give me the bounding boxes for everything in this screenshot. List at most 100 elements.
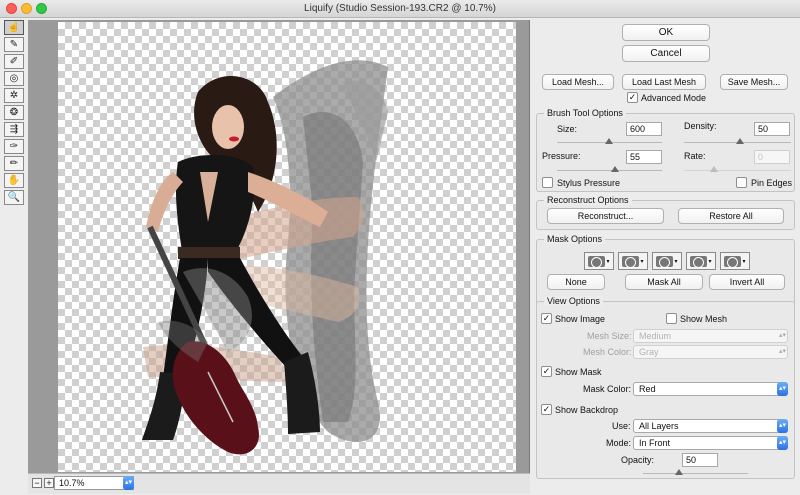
- reconstruct-button[interactable]: Reconstruct...: [547, 208, 664, 224]
- load-last-mesh-button[interactable]: Load Last Mesh: [622, 74, 706, 90]
- twirl-icon[interactable]: ◎: [4, 71, 24, 86]
- mask-color-value: Red: [639, 384, 656, 394]
- title-bar: Liquify (Studio Session-193.CR2 @ 10.7%): [0, 0, 800, 18]
- chevron-updown-icon: ▴▾: [777, 436, 788, 450]
- density-slider-thumb[interactable]: [736, 138, 744, 144]
- zoom-value: 10.7%: [59, 478, 85, 488]
- mode-select[interactable]: In Front ▴▾: [633, 436, 788, 450]
- cancel-button[interactable]: Cancel: [622, 45, 710, 62]
- view-options-title: View Options: [544, 296, 603, 306]
- thaw-mask-icon[interactable]: ✏: [4, 156, 24, 171]
- subtract-from-selection-icon[interactable]: ▾: [652, 252, 682, 270]
- show-mesh-label: Show Mesh: [680, 314, 728, 324]
- brush-tool-options-title: Brush Tool Options: [544, 108, 626, 118]
- replace-selection-icon[interactable]: ▾: [584, 252, 614, 270]
- density-slider[interactable]: [684, 138, 791, 144]
- mask-all-button[interactable]: Mask All: [625, 274, 703, 290]
- ok-button[interactable]: OK: [622, 24, 710, 41]
- add-to-selection-icon[interactable]: ▾: [618, 252, 648, 270]
- mesh-size-label: Mesh Size:: [587, 331, 632, 341]
- chevron-updown-icon: ▴▾: [777, 419, 788, 433]
- invert-all-button[interactable]: Invert All: [709, 274, 785, 290]
- stylus-pressure-checkbox[interactable]: [542, 177, 553, 188]
- pressure-input[interactable]: 55: [626, 150, 662, 164]
- forward-warp-icon[interactable]: ☝: [4, 20, 24, 35]
- size-input[interactable]: 600: [626, 122, 662, 136]
- brush-tool-options: Brush Tool Options Size: 600 Density: 50…: [536, 108, 795, 192]
- smooth-icon[interactable]: ✐: [4, 54, 24, 69]
- density-input[interactable]: 50: [754, 122, 790, 136]
- push-left-icon[interactable]: ⇶: [4, 122, 24, 137]
- rate-slider[interactable]: [684, 166, 791, 172]
- mask-none-button[interactable]: None: [547, 274, 605, 290]
- mesh-color-label: Mesh Color:: [583, 347, 632, 357]
- hand-icon[interactable]: ✋: [4, 173, 24, 188]
- window-title: Liquify (Studio Session-193.CR2 @ 10.7%): [304, 3, 496, 14]
- mesh-size-select[interactable]: Medium ▴▾: [633, 329, 788, 343]
- liquified-photo: [142, 60, 388, 455]
- mask-color-label: Mask Color:: [583, 384, 632, 394]
- mode-label: Mode:: [606, 438, 632, 448]
- zoom-select[interactable]: 10.7% ▴▾: [54, 476, 134, 490]
- zoom-in-button[interactable]: +: [44, 478, 54, 488]
- chevron-updown-icon: ▴▾: [777, 382, 788, 396]
- reconstruct-options: Reconstruct Options Reconstruct... Resto…: [536, 195, 795, 230]
- mask-options-title: Mask Options: [544, 234, 606, 244]
- use-value: All Layers: [639, 421, 679, 431]
- save-mesh-button[interactable]: Save Mesh...: [720, 74, 788, 90]
- show-mesh-checkbox[interactable]: [666, 313, 677, 324]
- pressure-label: Pressure:: [542, 151, 581, 161]
- show-image-label: Show Image: [555, 314, 606, 324]
- load-mesh-button[interactable]: Load Mesh...: [542, 74, 614, 90]
- show-backdrop-checkbox[interactable]: ✓: [541, 404, 552, 415]
- rate-label: Rate:: [684, 151, 706, 161]
- size-slider-thumb[interactable]: [605, 138, 613, 144]
- reconstruct-options-title: Reconstruct Options: [544, 195, 632, 205]
- reconstruct-icon[interactable]: ✎: [4, 37, 24, 52]
- rate-slider-thumb[interactable]: [710, 166, 718, 172]
- zoom-out-button[interactable]: −: [32, 478, 42, 488]
- use-label: Use:: [612, 421, 631, 431]
- opacity-label: Opacity:: [621, 455, 655, 465]
- pucker-icon[interactable]: ✲: [4, 88, 24, 103]
- show-backdrop-label: Show Backdrop: [555, 405, 619, 415]
- tool-palette: ☝ ✎ ✐ ◎ ✲ ❂ ⇶ ✑ ✏ ✋ 🔍: [2, 20, 26, 495]
- preview-area: [28, 20, 530, 473]
- size-label: Size:: [557, 124, 578, 134]
- opacity-slider-thumb[interactable]: [675, 469, 683, 475]
- pressure-slider[interactable]: [557, 166, 662, 172]
- stylus-pressure-label: Stylus Pressure: [557, 178, 621, 188]
- options-panel: OK Cancel Load Mesh... Load Last Mesh Sa…: [530, 18, 800, 494]
- mode-value: In Front: [639, 438, 671, 448]
- rate-input[interactable]: 0: [754, 150, 790, 164]
- status-bar: − + 10.7% ▴▾: [28, 473, 530, 494]
- mesh-size-value: Medium: [639, 331, 672, 341]
- intersect-selection-icon[interactable]: ▾: [686, 252, 716, 270]
- show-mask-label: Show Mask: [555, 367, 602, 377]
- advanced-mode-label: Advanced Mode: [641, 93, 707, 103]
- use-select[interactable]: All Layers ▴▾: [633, 419, 788, 433]
- pin-edges-checkbox[interactable]: [736, 177, 747, 188]
- size-slider[interactable]: [557, 138, 662, 144]
- chevron-updown-icon: ▴▾: [123, 476, 134, 490]
- opacity-slider[interactable]: [643, 469, 748, 475]
- show-mask-checkbox[interactable]: ✓: [541, 366, 552, 377]
- pressure-slider-thumb[interactable]: [611, 166, 619, 172]
- view-options: View Options ✓ Show Image Show Mesh Mesh…: [536, 296, 795, 479]
- mask-color-select[interactable]: Red ▴▾: [633, 382, 788, 396]
- chevron-updown-icon: ▴▾: [778, 348, 787, 355]
- image-canvas[interactable]: [58, 22, 516, 472]
- bloat-icon[interactable]: ❂: [4, 105, 24, 120]
- density-label: Density:: [684, 121, 717, 131]
- advanced-mode-checkbox[interactable]: ✓: [627, 92, 638, 103]
- mesh-color-value: Gray: [639, 347, 659, 357]
- invert-selection-icon[interactable]: ▾: [720, 252, 750, 270]
- chevron-updown-icon: ▴▾: [778, 332, 787, 339]
- zoom-icon[interactable]: 🔍: [4, 190, 24, 205]
- pin-edges-label: Pin Edges: [751, 178, 793, 188]
- show-image-checkbox[interactable]: ✓: [541, 313, 552, 324]
- restore-all-button[interactable]: Restore All: [678, 208, 784, 224]
- freeze-mask-icon[interactable]: ✑: [4, 139, 24, 154]
- mesh-color-select[interactable]: Gray ▴▾: [633, 345, 788, 359]
- opacity-input[interactable]: 50: [682, 453, 718, 467]
